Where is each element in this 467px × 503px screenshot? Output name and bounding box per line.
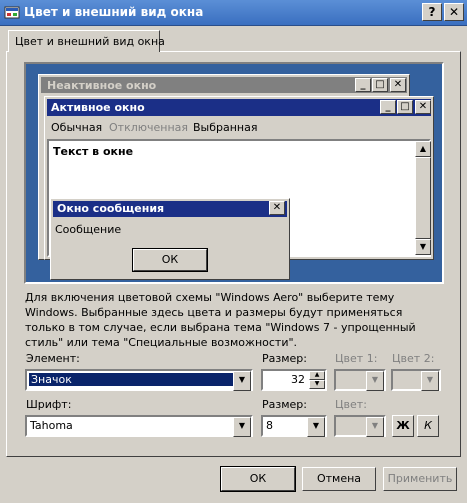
font-label: Шрифт: (26, 398, 72, 411)
ok-button[interactable]: ОК (220, 466, 296, 492)
cancel-button[interactable]: Отмена (302, 467, 376, 491)
message-title-bar: Окно сообщения ✕ (53, 201, 287, 217)
color1-label: Цвет 1: (335, 352, 378, 365)
message-box-title: Окно сообщения (57, 202, 165, 215)
italic-button[interactable]: К (417, 415, 439, 437)
scroll-thumb[interactable] (415, 157, 431, 239)
size-spinner-value: 32 (291, 373, 305, 386)
spin-down-icon[interactable]: ▼ (309, 380, 325, 389)
font-size-select[interactable]: 8 ▼ (261, 415, 327, 437)
font-size-label: Размер: (262, 398, 307, 411)
close-button[interactable]: ✕ (444, 3, 464, 21)
close-icon: ✕ (415, 100, 431, 114)
apply-button[interactable]: Применить (383, 467, 457, 491)
chevron-down-icon[interactable]: ▼ (366, 371, 384, 391)
active-window-title: Активное окно (51, 101, 145, 114)
chevron-down-icon[interactable]: ▼ (366, 417, 384, 437)
preview-scrollbar[interactable]: ▲ ▼ (415, 141, 431, 255)
description-text: Для включения цветовой схемы "Windows Ae… (25, 291, 416, 349)
scroll-down-icon[interactable]: ▼ (415, 239, 431, 255)
close-icon: ✕ (390, 78, 406, 92)
element-label: Элемент: (26, 352, 80, 365)
font-color-label: Цвет: (335, 398, 367, 411)
element-select[interactable]: Значок ▼ (25, 369, 253, 391)
preview-area[interactable]: Неактивное окно _ □ ✕ Активное окно _ □ … (24, 62, 444, 284)
size-spinner[interactable]: 32 ▲ ▼ (261, 369, 327, 391)
color1-picker[interactable]: ▼ (334, 369, 386, 391)
spin-up-icon[interactable]: ▲ (309, 371, 325, 380)
help-button[interactable]: ? (422, 3, 442, 21)
inactive-window-title: Неактивное окно (47, 79, 157, 92)
chevron-down-icon[interactable]: ▼ (421, 371, 439, 391)
maximize-icon: □ (372, 78, 388, 92)
window-app-icon (4, 5, 20, 21)
minimize-icon: _ (380, 100, 396, 114)
message-text: Сообщение (55, 223, 122, 236)
window-text: Текст в окне (53, 145, 134, 158)
preview-menu-bar: Обычная Отключенная Выбранная (47, 119, 431, 135)
minimize-icon: _ (355, 78, 371, 92)
color2-picker[interactable]: ▼ (391, 369, 441, 391)
size-label: Размер: (262, 352, 307, 365)
chevron-down-icon[interactable]: ▼ (233, 417, 251, 437)
font-select-value: Tahoma (30, 419, 73, 432)
color2-label: Цвет 2: (392, 352, 435, 365)
tab-window-color[interactable]: Цвет и внешний вид окна (8, 30, 165, 52)
chevron-down-icon[interactable]: ▼ (307, 417, 325, 437)
inactive-title-bar: Неактивное окно _ □ ✕ (41, 77, 407, 93)
chevron-down-icon[interactable]: ▼ (233, 371, 251, 391)
font-size-value: 8 (266, 419, 273, 432)
font-color-picker[interactable]: ▼ (334, 415, 386, 437)
message-ok-button[interactable]: ОК (132, 248, 208, 272)
close-icon: ✕ (269, 201, 285, 215)
scroll-up-icon[interactable]: ▲ (415, 141, 431, 157)
bold-button[interactable]: Ж (392, 415, 414, 437)
maximize-icon: □ (397, 100, 413, 114)
element-select-value: Значок (29, 373, 233, 386)
menu-item-selected[interactable]: Выбранная (193, 121, 257, 134)
preview-message-box[interactable]: Окно сообщения ✕ Сообщение ОК (50, 198, 290, 280)
active-title-bar: Активное окно _ □ ✕ (47, 99, 431, 116)
window-title: Цвет и внешний вид окна (24, 5, 204, 19)
menu-item-normal[interactable]: Обычная (51, 121, 102, 134)
menu-item-disabled[interactable]: Отключенная (109, 121, 188, 134)
font-select[interactable]: Tahoma ▼ (25, 415, 253, 437)
